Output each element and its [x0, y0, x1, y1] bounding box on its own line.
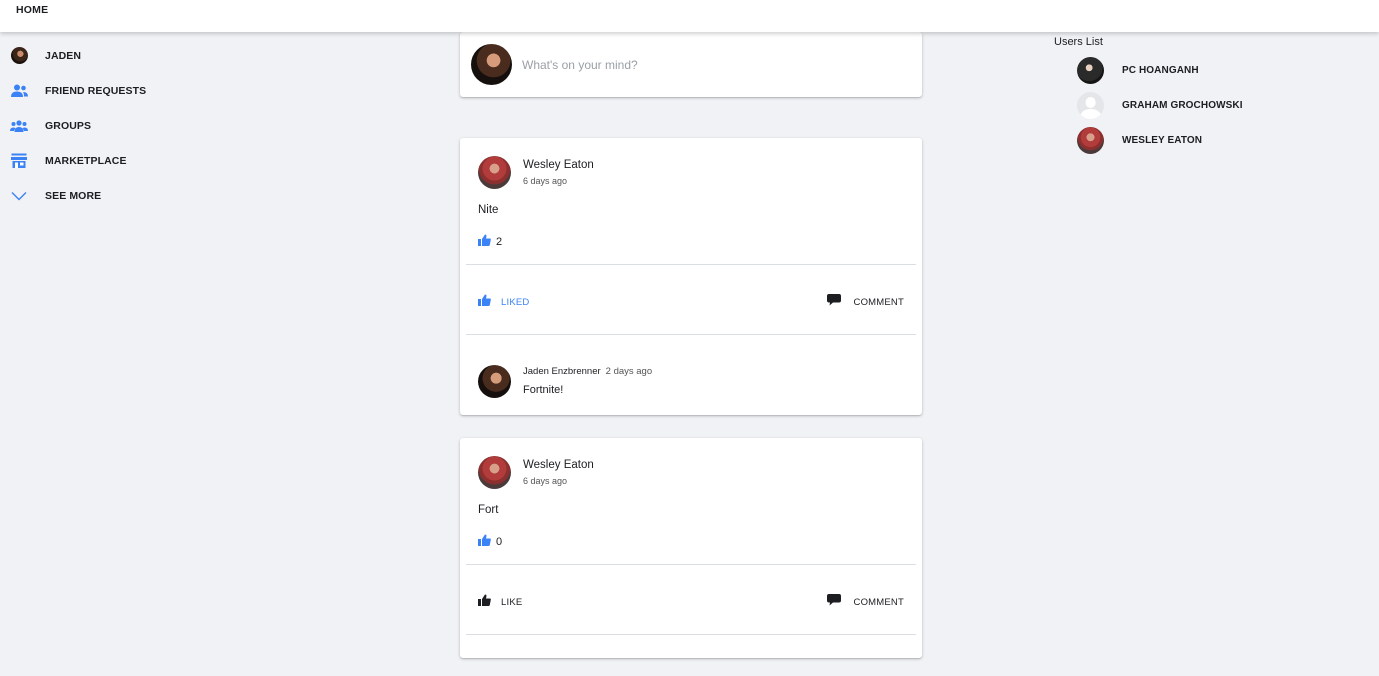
avatar[interactable]: [478, 156, 511, 189]
user-list-item[interactable]: PC HOANGANH: [1077, 56, 1337, 84]
groups-icon: [10, 117, 28, 135]
like-button-label: LIKED: [501, 296, 530, 308]
user-name: WESLEY EATON: [1122, 134, 1203, 146]
like-button[interactable]: LIKE: [478, 593, 522, 611]
top-bar: HOME: [0, 0, 1379, 32]
comment-button-label: COMMENT: [853, 596, 904, 608]
thumbs-up-icon: [478, 293, 491, 311]
chevron-down-icon: [10, 187, 28, 205]
post-author[interactable]: Wesley Eaton: [523, 159, 594, 171]
people-icon: [10, 82, 28, 100]
sidebar-item-label: JADEN: [45, 49, 82, 62]
default-avatar-icon: [1077, 91, 1104, 119]
divider: [466, 334, 916, 335]
avatar: [1077, 56, 1104, 84]
user-name: GRAHAM GROCHOWSKI: [1122, 99, 1243, 111]
post-timestamp: 6 days ago: [523, 476, 568, 486]
sidebar-item-profile[interactable]: JADEN: [0, 38, 200, 73]
profile-avatar-icon: [10, 47, 28, 65]
sidebar-item-label: GROUPS: [45, 119, 92, 132]
divider: [466, 634, 916, 635]
store-icon: [10, 152, 28, 170]
sidebar-item-marketplace[interactable]: MARKETPLACE: [0, 143, 200, 178]
like-count-value: 0: [496, 536, 503, 548]
sidebar-item-label: SEE MORE: [45, 189, 102, 202]
sidebar-item-label: FRIEND REQUESTS: [45, 84, 147, 97]
home-link[interactable]: HOME: [16, 4, 48, 16]
sidebar: JADEN FRIEND REQUESTS GROUPS MARKETPLACE…: [0, 38, 200, 213]
comment-button-label: COMMENT: [853, 296, 904, 308]
comment-button[interactable]: COMMENT: [826, 293, 904, 311]
comment-author[interactable]: Jaden Enzbrenner: [523, 366, 601, 377]
post-card: Wesley Eaton 6 days ago Nite 2 LIKED COM…: [460, 138, 922, 415]
sidebar-item-friend-requests[interactable]: FRIEND REQUESTS: [0, 73, 200, 108]
thumbs-up-icon: [478, 533, 491, 551]
post-text: Nite: [478, 204, 499, 216]
thumbs-up-icon: [478, 233, 491, 251]
comment-icon: [826, 593, 841, 611]
status-input[interactable]: [522, 58, 902, 72]
like-button-label: LIKE: [501, 596, 523, 608]
user-list-item[interactable]: GRAHAM GROCHOWSKI: [1077, 91, 1337, 119]
like-count: 0: [478, 533, 502, 551]
like-button[interactable]: LIKED: [478, 293, 529, 311]
users-list-title: Users List: [1054, 36, 1103, 48]
post-card: Wesley Eaton 6 days ago Fort 0 LIKE COMM…: [460, 438, 922, 658]
user-name: PC HOANGANH: [1122, 64, 1199, 76]
comment-icon: [826, 293, 841, 311]
comment-timestamp: 2 days ago: [605, 366, 653, 377]
avatar[interactable]: [478, 365, 511, 398]
user-list-item[interactable]: WESLEY EATON: [1077, 126, 1337, 154]
post-text: Fort: [478, 504, 499, 516]
avatar: [471, 44, 512, 85]
like-count-value: 2: [496, 236, 503, 248]
like-count: 2: [478, 233, 502, 251]
avatar: [1077, 126, 1104, 154]
post-composer: [460, 32, 922, 97]
post-author[interactable]: Wesley Eaton: [523, 459, 594, 471]
comment-button[interactable]: COMMENT: [826, 593, 904, 611]
divider: [466, 264, 916, 265]
sidebar-item-label: MARKETPLACE: [45, 154, 127, 167]
thumbs-up-icon: [478, 593, 491, 611]
divider: [466, 564, 916, 565]
avatar[interactable]: [478, 456, 511, 489]
comment-text: Fortnite!: [523, 384, 564, 396]
sidebar-item-groups[interactable]: GROUPS: [0, 108, 200, 143]
comment-meta: Jaden Enzbrenner 2 days ago: [523, 366, 652, 377]
post-timestamp: 6 days ago: [523, 176, 568, 186]
sidebar-item-see-more[interactable]: SEE MORE: [0, 178, 200, 213]
